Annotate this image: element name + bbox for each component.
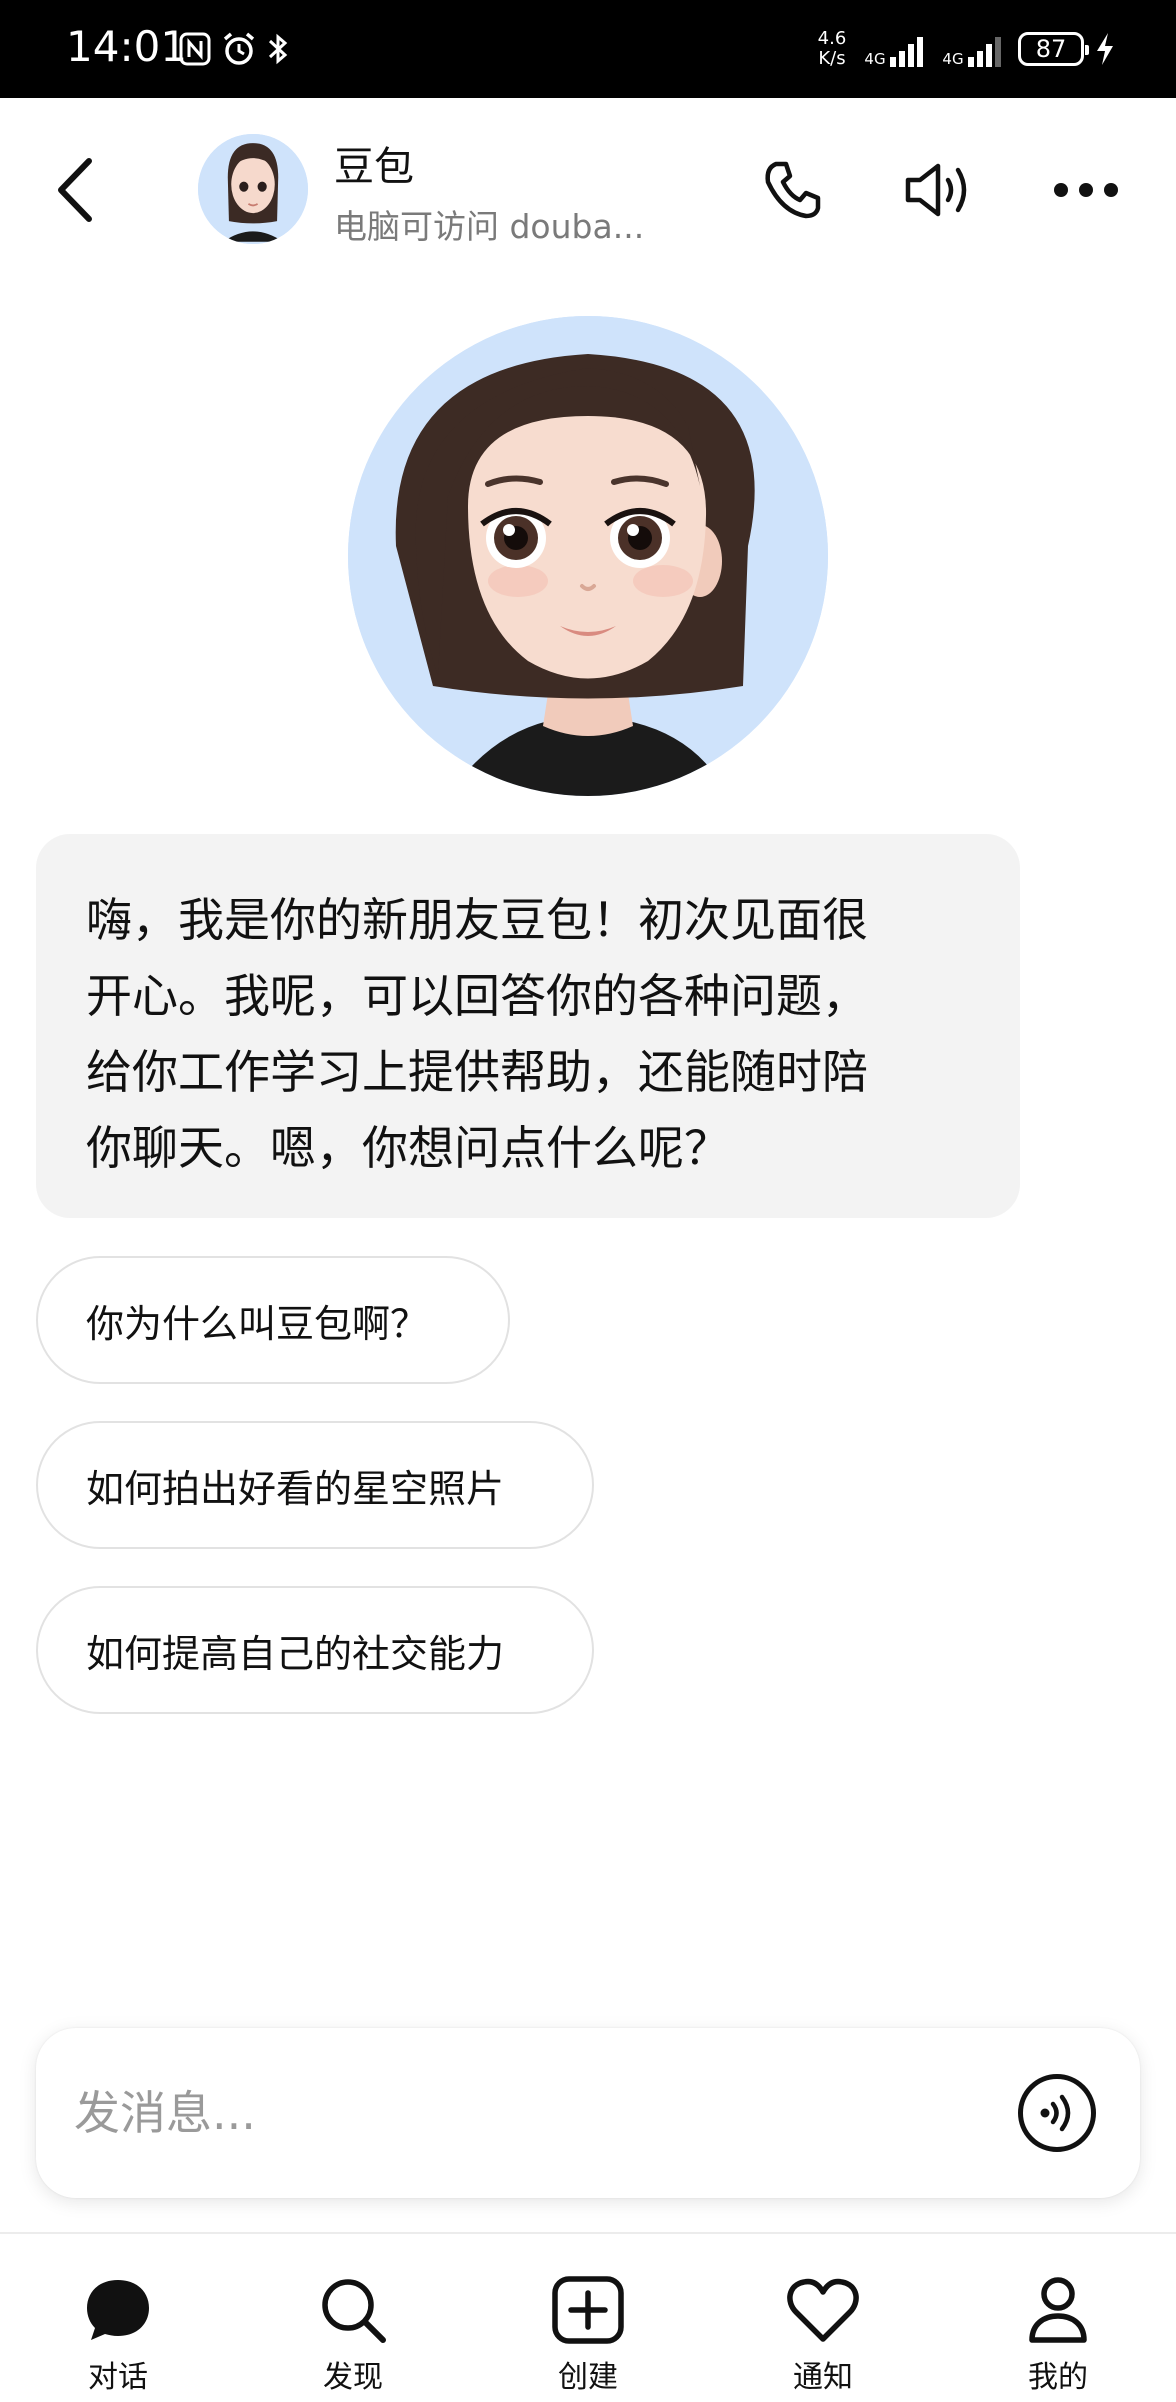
message-input[interactable] <box>72 2078 972 2148</box>
bot-avatar-large <box>348 316 828 796</box>
status-left-icons <box>178 28 290 70</box>
message-line: 嗨，我是你的新朋友豆包！初次见面很 <box>86 893 868 947</box>
message-line: 给你工作学习上提供帮助，还能随时陪 <box>86 1045 868 1099</box>
signal-1: 4G <box>862 31 930 67</box>
suggestion-label: 你为什么叫豆包啊？ <box>86 1301 429 1346</box>
add-square-icon <box>552 2276 624 2344</box>
nav-label: 对话 <box>88 2360 148 2395</box>
speaker-icon <box>905 163 967 217</box>
bluetooth-icon <box>268 33 288 65</box>
nav-chat[interactable]: 对话 <box>18 2234 218 2402</box>
speaker-button[interactable] <box>900 150 980 230</box>
chat-header: 豆包 电脑可访问 douba... <box>0 98 1176 284</box>
chat-subtitle: 电脑可访问 douba... <box>334 207 645 246</box>
chat-bubble-icon <box>87 2280 149 2340</box>
chat-title: 豆包 <box>334 144 414 190</box>
user-icon <box>1029 2277 1087 2343</box>
nav-notifications[interactable]: 通知 <box>723 2234 923 2402</box>
charging-icon <box>1097 33 1113 65</box>
suggestion-label: 如何拍出好看的星空照片 <box>86 1466 505 1511</box>
voice-wave-icon <box>1040 2094 1071 2132</box>
nav-discover[interactable]: 发现 <box>253 2234 453 2402</box>
nav-label: 发现 <box>323 2360 383 2395</box>
status-right-icons: 4.6 K/s 4G 4G 87 <box>812 24 1116 74</box>
suggestion-chip[interactable]: 你为什么叫豆包啊？ <box>36 1256 510 1384</box>
status-bar: 14:01 4.6 K/s 4G 4G 87 <box>0 0 1176 98</box>
nav-label: 创建 <box>558 2360 618 2395</box>
bot-message-bubble: 嗨，我是你的新朋友豆包！初次见面很 开心。我呢，可以回答你的各种问题， 给你工作… <box>36 834 1020 1218</box>
nav-label: 我的 <box>1028 2360 1088 2395</box>
voice-call-button[interactable] <box>1018 2074 1096 2152</box>
more-options-button[interactable] <box>1046 150 1126 230</box>
status-time: 14:01 <box>66 22 188 71</box>
signal-bars-icon <box>890 37 923 67</box>
search-icon <box>322 2279 386 2343</box>
signal-bars-icon <box>968 37 1001 67</box>
message-composer <box>36 2028 1140 2198</box>
avatar-illustration <box>348 316 828 796</box>
chevron-left-icon <box>58 158 92 222</box>
nfc-icon <box>179 32 211 66</box>
message-line: 你聊天。嗯，你想问点什么呢？ <box>86 1121 730 1175</box>
nav-create[interactable]: 创建 <box>488 2234 688 2402</box>
bottom-nav: 对话 发现 创建 通知 我的 <box>0 2232 1176 2400</box>
nav-profile[interactable]: 我的 <box>958 2234 1158 2402</box>
suggestion-chip[interactable]: 如何提高自己的社交能力 <box>36 1586 594 1714</box>
call-button[interactable] <box>752 150 832 230</box>
message-line: 开心。我呢，可以回答你的各种问题， <box>86 969 868 1023</box>
suggestion-label: 如何提高自己的社交能力 <box>86 1631 505 1676</box>
heart-icon <box>787 2278 859 2342</box>
nav-label: 通知 <box>793 2360 853 2395</box>
avatar[interactable] <box>198 134 308 244</box>
avatar-illustration <box>198 134 308 244</box>
net-speed: 4.6 K/s <box>817 28 847 69</box>
signal-2: 4G <box>940 31 1008 67</box>
alarm-icon <box>223 32 255 65</box>
back-button[interactable] <box>40 150 110 230</box>
battery-indicator: 87 <box>1018 32 1089 66</box>
more-icon <box>1054 183 1118 197</box>
suggestion-chip[interactable]: 如何拍出好看的星空照片 <box>36 1421 594 1549</box>
phone-icon <box>765 161 821 219</box>
